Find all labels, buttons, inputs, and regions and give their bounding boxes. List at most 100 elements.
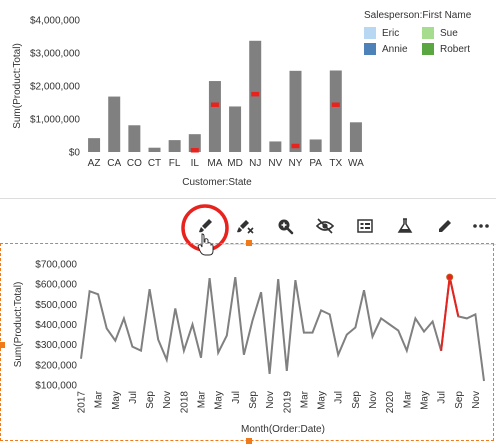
x-tick-label: Sep xyxy=(248,391,259,409)
x-tick-label: PA xyxy=(309,158,322,169)
y-tick-label: $500,000 xyxy=(35,300,77,311)
x-tick-label: WA xyxy=(348,158,364,169)
show-details-icon xyxy=(357,219,373,233)
legend-label: Annie xyxy=(382,43,408,55)
y-tick-label: $4,000,000 xyxy=(30,16,80,27)
y-tick-label: $0 xyxy=(69,148,81,159)
x-tick-label: Sep xyxy=(454,391,465,409)
hide-button[interactable] xyxy=(308,210,342,242)
x-tick-label: NY xyxy=(289,158,303,169)
legend-swatch xyxy=(422,27,434,39)
edit-button[interactable] xyxy=(428,210,462,242)
hide-icon xyxy=(315,218,335,234)
bar[interactable] xyxy=(108,96,121,152)
bar[interactable] xyxy=(329,70,342,152)
legend-label: Sue xyxy=(440,27,458,39)
x-tick-label: Nov xyxy=(471,391,482,409)
panel-divider xyxy=(0,198,496,199)
x-tick-label: MA xyxy=(207,158,222,169)
bar[interactable] xyxy=(128,125,141,152)
x-tick-label: FL xyxy=(169,158,181,169)
bar[interactable] xyxy=(349,122,362,152)
top-chart-panel: $0 $1,000,000 $2,000,000 $3,000,000 $4,000,0… xyxy=(0,0,496,198)
legend-label: Eric xyxy=(382,27,400,39)
highlight-segment[interactable] xyxy=(440,276,460,351)
x-tick-label: Nov xyxy=(368,391,379,409)
x-tick-label: AZ xyxy=(88,158,101,169)
x-tick-label: 2018 xyxy=(179,391,190,414)
bar[interactable] xyxy=(88,138,101,152)
x-tick-label: CO xyxy=(127,158,142,169)
x-tick-label: Jul xyxy=(231,391,242,404)
legend-item-eric[interactable]: Eric xyxy=(364,27,422,39)
x-tick-label: Jul xyxy=(334,391,345,404)
legend-swatch xyxy=(422,43,434,55)
bar-highlight[interactable] xyxy=(190,148,199,153)
legend: Salesperson:First Name Eric Sue Annie Ro… xyxy=(364,10,494,55)
x-tick-label: NV xyxy=(268,158,282,169)
x-tick-label: MD xyxy=(227,158,243,169)
x-tick-label: Sep xyxy=(351,391,362,409)
analyze-button[interactable] xyxy=(388,210,422,242)
x-tick-label: CA xyxy=(107,158,121,169)
bar[interactable] xyxy=(148,147,161,152)
x-tick-label: Mar xyxy=(94,390,105,408)
legend-swatch xyxy=(364,27,376,39)
brush-icon xyxy=(199,219,212,233)
y-tick-label: $3,000,000 xyxy=(30,49,80,60)
show-details-button[interactable] xyxy=(348,210,382,242)
x-axis-label: Customer:State xyxy=(182,177,252,188)
monthly-line-chart[interactable]: $100,000 $200,000 $300,000 $400,000 $500,000… xyxy=(0,243,494,441)
y-tick-label: $400,000 xyxy=(35,320,77,331)
bar-highlight[interactable] xyxy=(331,102,340,107)
series-line[interactable] xyxy=(80,276,485,382)
x-tick-label: 2017 xyxy=(77,391,88,414)
bar[interactable] xyxy=(229,106,242,152)
bar[interactable] xyxy=(168,140,181,152)
y-tick-label: $600,000 xyxy=(35,280,77,291)
x-tick-label: May xyxy=(317,391,328,410)
x-tick-label: Nov xyxy=(265,391,276,409)
x-tick-label: Sep xyxy=(145,391,156,409)
brush-button[interactable] xyxy=(188,210,222,242)
y-tick-label: $200,000 xyxy=(35,360,77,371)
x-tick-label: TX xyxy=(329,158,342,169)
legend-item-annie[interactable]: Annie xyxy=(364,43,422,55)
more-options-button[interactable] xyxy=(464,210,496,242)
x-tick-label: Jul xyxy=(128,391,139,404)
bar[interactable] xyxy=(208,81,221,152)
x-tick-label: May xyxy=(214,391,225,410)
highlight-point[interactable] xyxy=(446,273,454,281)
flask-icon xyxy=(397,218,413,233)
chart-toolbar xyxy=(180,210,496,245)
x-tick-label: Mar xyxy=(299,390,310,408)
legend-title: Salesperson:First Name xyxy=(364,10,472,21)
x-tick-label: Mar xyxy=(197,390,208,408)
x-tick-label: 2020 xyxy=(385,391,396,414)
bar-highlight[interactable] xyxy=(291,143,300,149)
legend-item-sue[interactable]: Sue xyxy=(422,27,480,39)
edit-icon xyxy=(439,220,451,232)
x-tick-label: Nov xyxy=(162,391,173,409)
bar[interactable] xyxy=(309,139,322,152)
y-tick-label: $100,000 xyxy=(35,381,77,392)
clear-brush-button[interactable] xyxy=(228,210,262,242)
y-tick-label: $700,000 xyxy=(35,260,77,271)
legend-item-robert[interactable]: Robert xyxy=(422,43,480,55)
legend-label: Robert xyxy=(440,43,471,55)
state-bar-chart[interactable]: $0 $1,000,000 $2,000,000 $3,000,000 $4,000,0… xyxy=(0,0,364,198)
x-tick-label: CT xyxy=(148,158,161,169)
bar[interactable] xyxy=(289,70,302,152)
bar-highlight[interactable] xyxy=(210,102,219,107)
zoom-in-button[interactable] xyxy=(268,210,302,242)
y-axis-label: Sum(Product:Total) xyxy=(13,282,24,368)
x-tick-label: NJ xyxy=(249,158,261,169)
y-tick-label: $1,000,000 xyxy=(30,115,80,126)
more-icon xyxy=(473,224,489,228)
x-tick-label: Jul xyxy=(437,391,448,404)
y-tick-label: $2,000,000 xyxy=(30,82,80,93)
bar-highlight[interactable] xyxy=(251,91,260,97)
bar[interactable] xyxy=(269,141,282,152)
x-tick-label: May xyxy=(111,391,122,410)
x-tick-label: May xyxy=(419,391,430,410)
